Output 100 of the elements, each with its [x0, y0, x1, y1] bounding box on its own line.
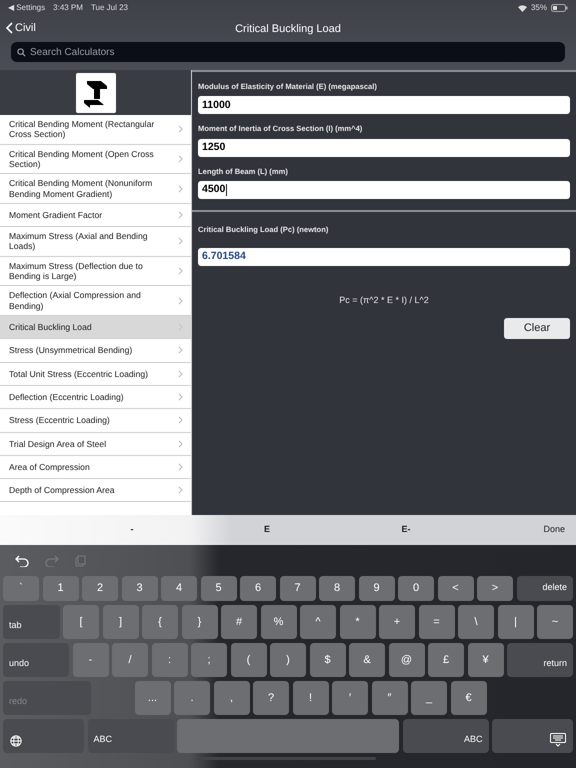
- sidebar-item[interactable]: Deflection (Eccentric Loading): [0, 386, 191, 410]
- keyboard-key[interactable]: ~: [537, 605, 573, 639]
- keyboard-key[interactable]: ABC: [402, 719, 488, 753]
- keyboard-key[interactable]: 9: [358, 576, 394, 601]
- keyboard-key[interactable]: 2: [82, 576, 118, 601]
- keyboard-key[interactable]: ABC: [88, 719, 174, 753]
- chevron-icon: [178, 462, 183, 471]
- keyboard-key[interactable]: 6: [240, 576, 276, 601]
- globe-key[interactable]: [3, 719, 84, 753]
- keyboard-key[interactable]: `: [3, 576, 39, 601]
- keyboard-key[interactable]: £: [428, 643, 464, 677]
- search-icon: [17, 48, 26, 56]
- sidebar-item[interactable]: Area of Compression: [0, 456, 191, 480]
- keyboard-key[interactable]: @: [388, 643, 424, 677]
- clear-button[interactable]: Clear: [504, 318, 570, 340]
- keyboard-key[interactable]: (: [230, 643, 266, 677]
- keyboard-key[interactable]: >: [477, 576, 513, 601]
- globe-icon: [10, 735, 22, 747]
- back-chevron-icon: [6, 22, 13, 34]
- battery-icon: [551, 4, 568, 12]
- keyboard-key[interactable]: undo: [3, 643, 69, 677]
- chevron-icon: [178, 154, 183, 163]
- formula-text: Pc = (π^2 * E * I) / L^2: [338, 294, 430, 307]
- keyboard-key[interactable]: ?: [253, 681, 289, 715]
- keyboard-key[interactable]: ): [270, 643, 306, 677]
- keyboard-key[interactable]: €: [450, 681, 486, 715]
- keyboard-key[interactable]: 3: [122, 576, 158, 601]
- keyboard-key[interactable]: 4: [161, 576, 197, 601]
- keyboard-key[interactable]: %: [260, 605, 296, 639]
- sidebar-item[interactable]: Critical Buckling Load: [0, 316, 191, 340]
- sidebar-item[interactable]: Critical Bending Moment (Rectangular Cross Section): [0, 115, 191, 145]
- keyboard-key[interactable]: =: [418, 605, 454, 639]
- keyboard-key[interactable]: ,: [214, 681, 250, 715]
- sidebar-item[interactable]: Stress (Eccentric Loading): [0, 409, 191, 433]
- chevron-icon: [178, 440, 183, 448]
- input-suggestion[interactable]: -: [130, 523, 134, 537]
- sidebar-item[interactable]: Critical Bending Moment (Open Cross Section): [0, 144, 191, 174]
- search-field[interactable]: Search Calculators: [11, 42, 565, 62]
- keyboard-key[interactable]: ′: [332, 681, 368, 715]
- keyboard-key[interactable]: ...: [134, 681, 170, 715]
- input-field[interactable]: 4500: [198, 181, 570, 200]
- back-button[interactable]: Civil: [6, 20, 36, 36]
- sidebar-item[interactable]: Trial Design Area of Steel: [0, 432, 191, 456]
- keyboard-key[interactable]: return: [507, 643, 573, 677]
- chevron-icon: [178, 267, 183, 276]
- sidebar-item[interactable]: Maximum Stress (Deflection due to Bending is Large): [0, 256, 191, 286]
- keyboard-key[interactable]: ]: [102, 605, 138, 639]
- keyboard-key[interactable]: $: [310, 643, 346, 677]
- sidebar-item[interactable]: Stress (Unsymmetrical Bending): [0, 339, 191, 363]
- keyboard-key[interactable]: {: [142, 605, 178, 639]
- keyboard-key[interactable]: *: [340, 605, 376, 639]
- done-button[interactable]: Done: [543, 523, 565, 537]
- keyboard-key[interactable]: 1: [42, 576, 78, 601]
- keyboard-key[interactable]: &: [349, 643, 385, 677]
- wifi-icon: [518, 4, 527, 12]
- app-logo: [76, 72, 116, 112]
- sidebar-item[interactable]: Depth of Compression Area: [0, 479, 191, 502]
- keyboard-key[interactable]: ^: [300, 605, 336, 639]
- keyboard-key[interactable]: !: [292, 681, 328, 715]
- page-title: Critical Buckling Load: [235, 23, 341, 35]
- input-field[interactable]: 11000: [198, 96, 570, 114]
- keyboard-key[interactable]: ″: [372, 681, 408, 715]
- chevron-icon: [178, 184, 183, 193]
- keyboard-key[interactable]: -: [72, 643, 108, 677]
- chevron-icon: [178, 125, 183, 134]
- sidebar-item[interactable]: Critical Bending Moment (Nonuniform Bending Moment Gradient): [0, 174, 191, 204]
- keyboard-key[interactable]: /: [112, 643, 148, 677]
- keyboard-key[interactable]: \: [458, 605, 494, 639]
- status-time: 3:43 PM: [53, 2, 83, 14]
- keyboard-key[interactable]: delete: [516, 576, 573, 601]
- keyboard-key[interactable]: +: [379, 605, 415, 639]
- input-suggestion[interactable]: E: [264, 523, 270, 537]
- keyboard-key[interactable]: 7: [280, 576, 316, 601]
- keyboard-key[interactable]: _: [411, 681, 447, 715]
- input-field[interactable]: 1250: [198, 138, 570, 157]
- keyboard-key[interactable]: ¥: [468, 643, 504, 677]
- keyboard-key[interactable]: ;: [191, 643, 227, 677]
- sidebar-item[interactable]: Moment Gradient Factor: [0, 204, 191, 228]
- keyboard-key[interactable]: #: [221, 605, 257, 639]
- keyboard-key[interactable]: tab: [3, 605, 60, 639]
- chevron-icon: [178, 237, 183, 246]
- undo-icon[interactable]: [15, 554, 29, 566]
- keyboard-key[interactable]: .: [174, 681, 210, 715]
- sidebar-item[interactable]: Maximum Stress (Axial and Bending Loads): [0, 227, 191, 257]
- keyboard-key[interactable]: 5: [200, 576, 236, 601]
- chevron-icon: [178, 486, 183, 494]
- keyboard-key[interactable]: |: [498, 605, 534, 639]
- keyboard-key[interactable]: [: [63, 605, 99, 639]
- keyboard-key[interactable]: }: [182, 605, 218, 639]
- chevron-icon: [178, 370, 183, 378]
- sidebar-item[interactable]: Total Unit Stress (Eccentric Loading): [0, 362, 191, 386]
- dismiss-keyboard-key[interactable]: [492, 719, 573, 753]
- keyboard-key[interactable]: 8: [319, 576, 355, 601]
- keyboard-key[interactable]: <: [438, 576, 474, 601]
- result-field: 6.701584: [198, 248, 570, 266]
- keyboard-key[interactable]: :: [152, 643, 188, 677]
- input-suggestion[interactable]: E-: [402, 523, 410, 537]
- back-to-app-link[interactable]: ◀ Settings: [8, 2, 46, 14]
- chevron-icon: [178, 416, 183, 424]
- keyboard-key[interactable]: 0: [398, 576, 434, 601]
